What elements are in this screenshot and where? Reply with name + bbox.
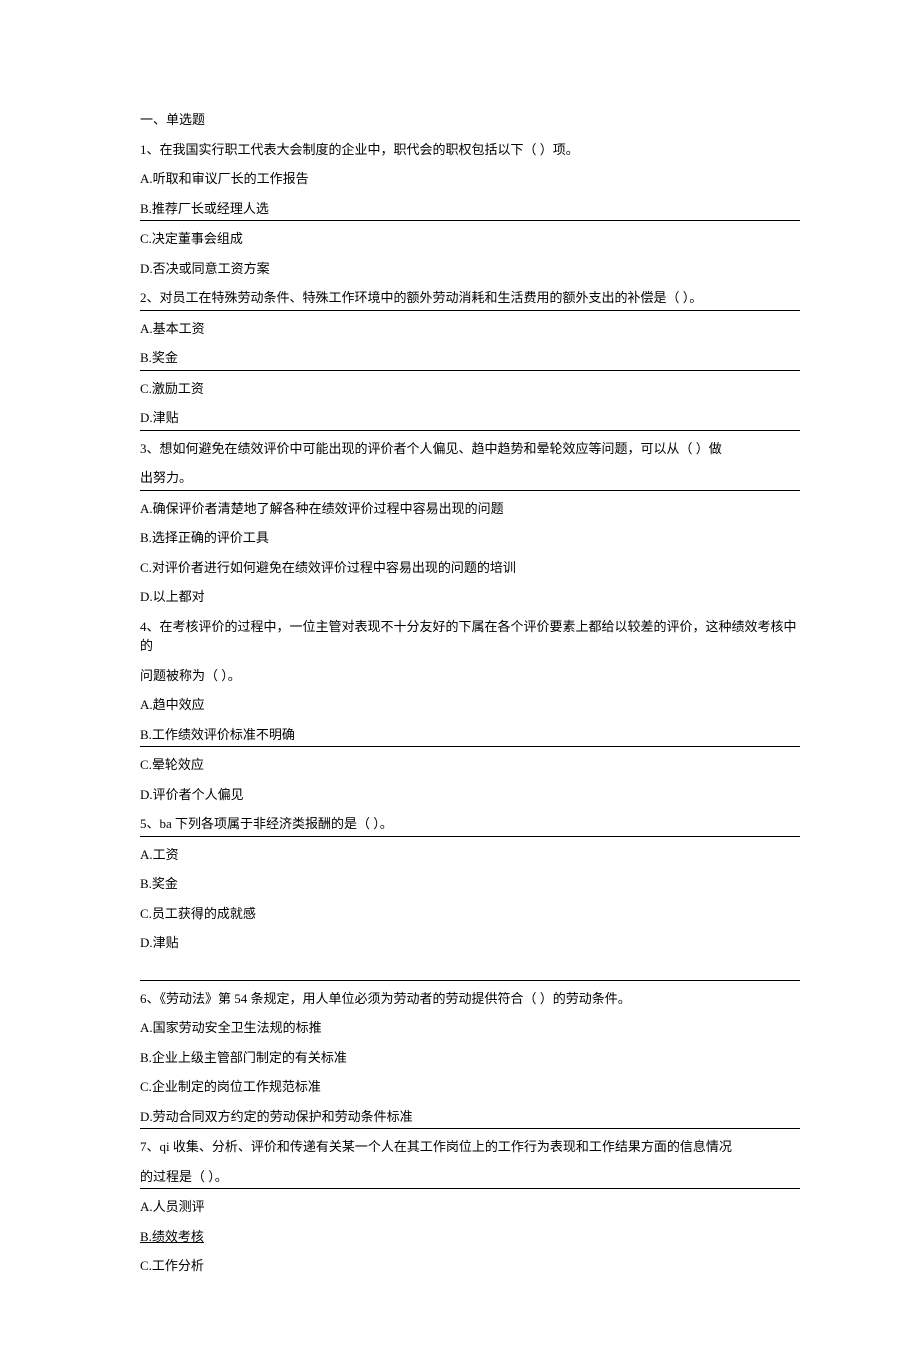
q5-option-d: D.津贴 [140, 933, 800, 953]
q7-option-c: C.工作分析 [140, 1256, 800, 1276]
q7-option-b-text: B.绩效考核 [140, 1229, 204, 1244]
q4-stem-line1: 4、在考核评价的过程中，一位主管对表现不十分友好的下属在各个评价要素上都给以较差… [140, 617, 800, 656]
q5-option-a: A.工资 [140, 845, 800, 865]
q4-stem-line2: 问题被称为（ ）。 [140, 666, 800, 686]
q6-option-a: A.国家劳动安全卫生法规的标推 [140, 1018, 800, 1038]
q5-divider [140, 963, 800, 981]
section-title: 一、单选题 [140, 110, 800, 130]
q3-stem-line2: 出努力。 [140, 468, 800, 491]
q5-stem: 5、ba 下列各项属于非经济类报酬的是（ ）。 [140, 814, 800, 837]
q5-option-c: C.员工获得的成就感 [140, 904, 800, 924]
q6-option-c: C.企业制定的岗位工作规范标准 [140, 1077, 800, 1097]
q1-option-d: D.否决或同意工资方案 [140, 259, 800, 279]
q2-stem: 2、对员工在特殊劳动条件、特殊工作环境中的额外劳动消耗和生活费用的额外支出的补偿… [140, 288, 800, 311]
q2-option-c: C.激励工资 [140, 379, 800, 399]
q4-option-a: A.趋中效应 [140, 695, 800, 715]
q7-stem-line1: 7、qi 收集、分析、评价和传递有关某一个人在其工作岗位上的工作行为表现和工作结… [140, 1137, 800, 1157]
q1-option-b: B.推荐厂长或经理人选 [140, 199, 800, 222]
q4-option-b: B.工作绩效评价标准不明确 [140, 725, 800, 748]
q6-stem: 6、《劳动法》第 54 条规定，用人单位必须为劳动者的劳动提供符合（ ）的劳动条… [140, 989, 800, 1009]
q7-option-b: B.绩效考核 [140, 1227, 800, 1247]
q3-option-a: A.确保评价者清楚地了解各种在绩效评价过程中容易出现的问题 [140, 499, 800, 519]
q5-option-b: B.奖金 [140, 874, 800, 894]
q2-option-b: B.奖金 [140, 348, 800, 371]
q1-option-c: C.决定董事会组成 [140, 229, 800, 249]
q6-option-d: D.劳动合同双方约定的劳动保护和劳动条件标准 [140, 1107, 800, 1130]
q2-option-d: D.津贴 [140, 408, 800, 431]
q4-option-c: C.晕轮效应 [140, 755, 800, 775]
q3-option-b: B.选择正确的评价工具 [140, 528, 800, 548]
q3-option-c: C.对评价者进行如何避免在绩效评价过程中容易出现的问题的培训 [140, 558, 800, 578]
q2-option-a: A.基本工资 [140, 319, 800, 339]
q7-option-a: A.人员测评 [140, 1197, 800, 1217]
q3-stem-line1: 3、想如何避免在绩效评价中可能出现的评价者个人偏见、趋中趋势和晕轮效应等问题，可… [140, 439, 800, 459]
q1-option-a: A.听取和审议厂长的工作报告 [140, 169, 800, 189]
q7-stem-line2: 的过程是（ ）。 [140, 1167, 800, 1190]
q1-stem: 1、在我国实行职工代表大会制度的企业中，职代会的职权包括以下（ ）项。 [140, 140, 800, 160]
q6-option-b: B.企业上级主管部门制定的有关标准 [140, 1048, 800, 1068]
q4-option-d: D.评价者个人偏见 [140, 785, 800, 805]
q3-option-d: D.以上都对 [140, 587, 800, 607]
